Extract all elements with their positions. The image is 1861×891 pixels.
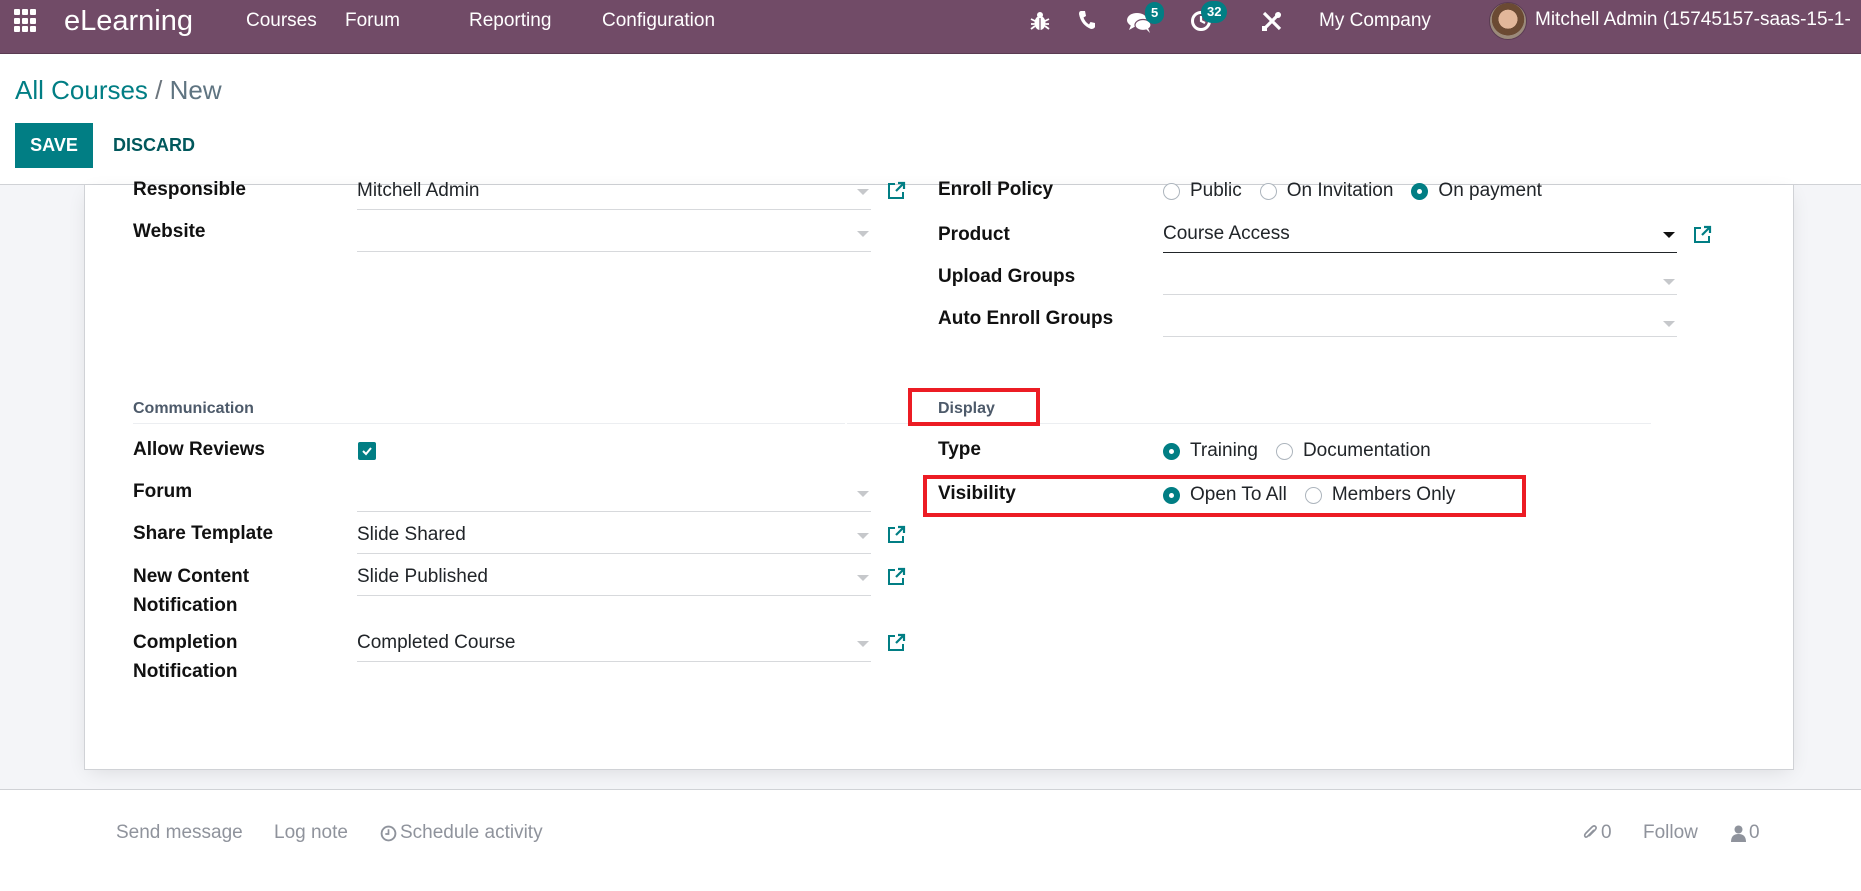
attachments-button[interactable]: 0 xyxy=(1582,820,1612,846)
radio-on-invitation[interactable]: On Invitation xyxy=(1259,180,1394,202)
radio-button-selected[interactable] xyxy=(1163,442,1180,460)
phone-icon[interactable] xyxy=(1078,10,1096,34)
checkmark-icon xyxy=(362,447,372,456)
share-template-field[interactable]: Slide Shared xyxy=(357,520,871,554)
chevron-down-icon[interactable] xyxy=(1663,279,1675,285)
app-name[interactable]: eLearning xyxy=(64,4,193,38)
external-link-icon[interactable] xyxy=(1692,225,1712,245)
menu-reporting[interactable]: Reporting xyxy=(469,10,551,32)
completion-notification-value: Completed Course xyxy=(357,632,516,653)
schedule-activity-button[interactable]: Schedule activity xyxy=(380,820,543,846)
chevron-down-icon[interactable] xyxy=(857,231,869,237)
chevron-down-icon[interactable] xyxy=(1663,321,1675,327)
label-new-content-notification: New Content Notification xyxy=(133,566,250,616)
send-message-button[interactable]: Send message xyxy=(116,820,243,846)
new-content-notification-value: Slide Published xyxy=(357,566,488,587)
attachments-count: 0 xyxy=(1601,822,1612,843)
activities-count-badge: 32 xyxy=(1201,1,1228,23)
radio-button-selected[interactable] xyxy=(1411,182,1429,200)
followers-button[interactable]: 0 xyxy=(1731,820,1760,846)
breadcrumb-separator: / xyxy=(147,75,170,105)
label-responsible: Responsible xyxy=(133,179,246,200)
auto-enroll-groups-field[interactable] xyxy=(1163,303,1677,337)
product-field[interactable]: Course Access xyxy=(1163,219,1677,253)
radio-label: Training xyxy=(1190,440,1258,461)
follow-button[interactable]: Follow xyxy=(1643,820,1698,846)
paperclip-icon xyxy=(1583,825,1597,838)
forum-field[interactable] xyxy=(357,478,871,512)
label-share-template: Share Template xyxy=(133,523,274,544)
menu-courses[interactable]: Courses xyxy=(246,10,317,32)
top-navbar: eLearning Courses Forum Reporting Config… xyxy=(0,0,1861,54)
menu-configuration[interactable]: Configuration xyxy=(602,10,715,32)
clock-icon xyxy=(380,825,397,841)
debug-bug-icon[interactable] xyxy=(1030,10,1050,34)
user-icon xyxy=(1731,825,1746,842)
breadcrumb-current: New xyxy=(169,75,222,105)
followers-count: 0 xyxy=(1749,822,1760,843)
user-menu[interactable]: Mitchell Admin (15745157-saas-15-1- xyxy=(1535,9,1851,31)
website-field[interactable] xyxy=(357,218,871,252)
radio-label: Documentation xyxy=(1302,440,1431,461)
share-template-value: Slide Shared xyxy=(357,524,466,545)
apps-menu-icon[interactable] xyxy=(14,9,40,33)
label-upload-groups: Upload Groups xyxy=(938,266,1076,287)
save-button[interactable]: SAVE xyxy=(15,123,93,168)
radio-on-payment[interactable]: On payment xyxy=(1411,180,1542,202)
radio-documentation[interactable]: Documentation xyxy=(1275,440,1431,462)
section-divider xyxy=(133,423,845,424)
label-forum: Forum xyxy=(133,481,193,502)
allow-reviews-checkbox[interactable] xyxy=(358,442,376,460)
label-completion-notification: Completion Notification xyxy=(133,632,238,682)
chevron-down-icon[interactable] xyxy=(857,189,869,195)
breadcrumb-all-courses[interactable]: All Courses xyxy=(15,75,148,105)
new-content-notification-field[interactable]: Slide Published xyxy=(357,562,871,596)
external-link-icon[interactable] xyxy=(886,181,906,201)
radio-button[interactable] xyxy=(1259,182,1277,200)
completion-notification-field[interactable]: Completed Course xyxy=(357,628,871,662)
chevron-down-icon[interactable] xyxy=(1663,232,1675,238)
label-enroll-policy: Enroll Policy xyxy=(938,179,1054,200)
label-auto-enroll-groups: Auto Enroll Groups xyxy=(938,308,1114,329)
tools-icon[interactable] xyxy=(1261,10,1283,34)
messages-count-badge: 5 xyxy=(1145,2,1165,24)
user-avatar[interactable] xyxy=(1489,2,1527,40)
radio-button[interactable] xyxy=(1275,442,1293,460)
menu-forum[interactable]: Forum xyxy=(345,10,400,32)
upload-groups-field[interactable] xyxy=(1163,261,1677,295)
schedule-activity-label: Schedule activity xyxy=(400,822,543,843)
discard-button[interactable]: DISCARD xyxy=(101,123,207,168)
radio-public[interactable]: Public xyxy=(1163,180,1242,202)
section-title-communication: Communication xyxy=(133,400,254,417)
label-allow-reviews: Allow Reviews xyxy=(133,439,265,460)
chevron-down-icon[interactable] xyxy=(857,491,869,497)
chevron-down-icon[interactable] xyxy=(857,533,869,539)
label-type: Type xyxy=(938,439,981,460)
enroll-policy-radio-group: Public On Invitation On payment xyxy=(1163,178,1560,204)
log-note-button[interactable]: Log note xyxy=(274,820,348,846)
external-link-icon[interactable] xyxy=(886,633,906,653)
responsible-value: Mitchell Admin xyxy=(357,180,480,201)
radio-label: Public xyxy=(1190,180,1242,201)
label-product: Product xyxy=(938,224,1010,245)
external-link-icon[interactable] xyxy=(886,525,906,545)
label-website: Website xyxy=(133,221,206,242)
company-switcher[interactable]: My Company xyxy=(1319,10,1431,32)
breadcrumb: All Courses / New xyxy=(15,74,222,106)
highlight-box-display xyxy=(908,388,1040,426)
radio-label: On payment xyxy=(1438,180,1542,201)
radio-label: On Invitation xyxy=(1286,180,1394,201)
external-link-icon[interactable] xyxy=(886,567,906,587)
radio-training[interactable]: Training xyxy=(1163,440,1258,462)
chevron-down-icon[interactable] xyxy=(857,641,869,647)
chevron-down-icon[interactable] xyxy=(857,575,869,581)
type-radio-group: Training Documentation xyxy=(1163,438,1449,464)
responsible-field[interactable]: Mitchell Admin xyxy=(357,176,871,210)
product-value: Course Access xyxy=(1163,223,1290,244)
highlight-box-visibility xyxy=(923,475,1526,517)
radio-button[interactable] xyxy=(1163,182,1180,200)
